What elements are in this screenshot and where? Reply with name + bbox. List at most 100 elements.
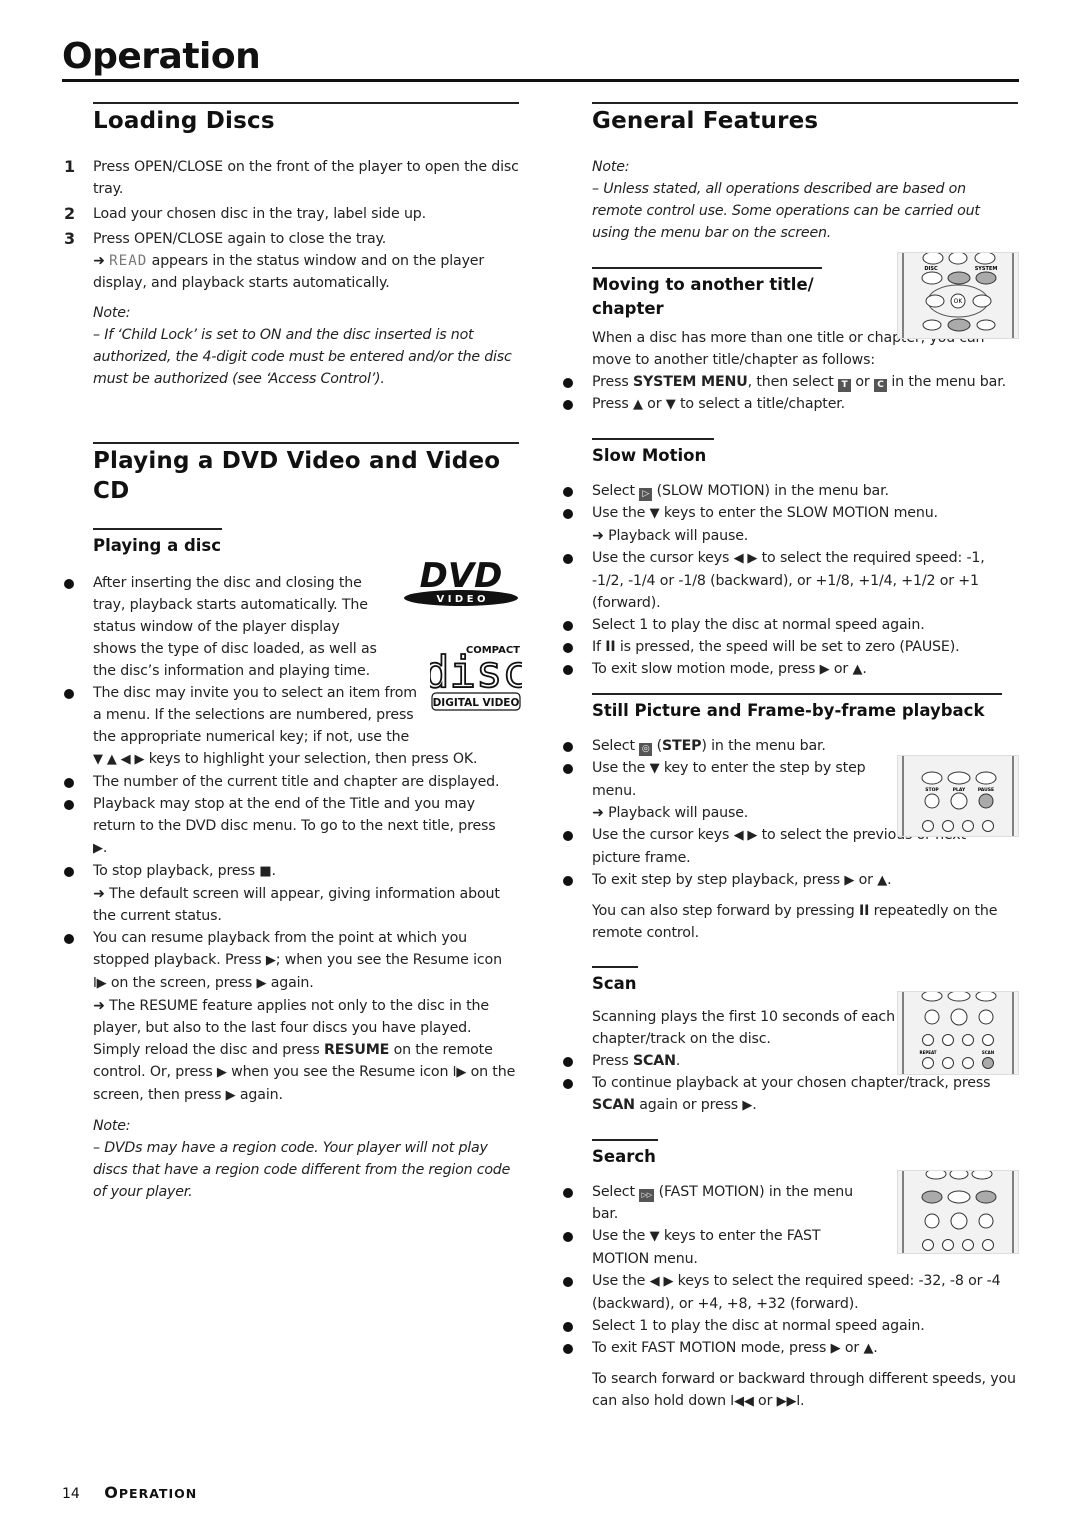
- bullet-text: .: [862, 661, 867, 677]
- remote-illustration-search: [897, 1170, 1019, 1254]
- remote-label-system: SYSTEM: [975, 266, 998, 272]
- next-icon: ▶▶I: [776, 1394, 801, 1409]
- cd-logo-mid: disc: [430, 647, 522, 698]
- bullet-result: ➜ Playback will pause.: [592, 805, 749, 821]
- down-icon: ▼: [649, 506, 660, 521]
- bullet-text: Select 1 to play the disc at normal spee…: [592, 1318, 925, 1334]
- bullet-text: keys to highlight your selection, then p…: [144, 751, 478, 767]
- bullet-text: Use the: [592, 1228, 650, 1244]
- chapter-icon: C: [873, 379, 887, 392]
- down-icon: ▼: [649, 1229, 660, 1244]
- bullet-text: To stop playback, press: [93, 863, 255, 879]
- resume-icon: I▶: [93, 976, 107, 991]
- bullet-icon: [563, 1057, 573, 1067]
- remote-illustration-step: STOP PLAY PAUSE: [897, 755, 1019, 837]
- previous-icon: I◀◀: [730, 1394, 754, 1409]
- bullet-result: again.: [235, 1087, 283, 1103]
- footer-rest: PERATION: [118, 1486, 198, 1501]
- bullet-result: ➜ The default screen will appear, giving…: [93, 886, 500, 924]
- bullet-text: Press: [592, 396, 633, 412]
- step-number: 3: [64, 229, 75, 248]
- bullet-icon: [64, 934, 74, 944]
- bullet-text: on the screen, press: [106, 975, 257, 991]
- cd-logo-bottom: DIGITAL VIDEO: [433, 697, 520, 709]
- bullet-text: After inserting the disc and closing the…: [93, 575, 377, 679]
- resume-key-label: RESUME: [323, 1042, 390, 1058]
- bullet-item: Select ◎ (STEP) in the menu bar.: [563, 735, 1018, 757]
- remote-label-pause: PAUSE: [978, 787, 994, 793]
- arrow-icon: ➜: [93, 253, 105, 269]
- bullet-item: Select 1 to play the disc at normal spee…: [563, 1315, 1018, 1337]
- bullet-icon: [64, 778, 74, 788]
- scan-key-label: SCAN: [632, 1053, 676, 1069]
- bullet-text: .: [675, 1053, 681, 1069]
- general-features-heading: General Features: [592, 102, 1018, 136]
- bullet-item: After inserting the disc and closing the…: [64, 572, 383, 682]
- bullet-text: Press: [592, 374, 633, 390]
- play-icon: ▶: [742, 1098, 753, 1113]
- bullet-text: again or press: [634, 1097, 743, 1113]
- bullet-result: when you see the Resume icon: [226, 1064, 453, 1080]
- bullet-item: If II is pressed, the speed will be set …: [563, 636, 1018, 658]
- bullet-result: ➜ Playback will pause.: [592, 528, 749, 544]
- bullet-item: Select 1 to play the disc at normal spee…: [563, 614, 1018, 636]
- bullet-text: .: [873, 1340, 878, 1356]
- bullet-text: ; when you see the Resume icon: [275, 952, 502, 968]
- bullet-icon: [563, 554, 573, 564]
- footer-section-title: OPERATION: [104, 1483, 198, 1502]
- bullet-item: The number of the current title and chap…: [64, 771, 519, 793]
- general-note-text: – Unless stated, all operations describe…: [592, 181, 980, 241]
- bullet-item: The disc may invite you to select an ite…: [64, 682, 428, 748]
- compact-disc-digital-video-logo: COMPACT disc DIGITAL VIDEO: [422, 643, 530, 713]
- bullet-text: is pressed, the speed will be set to zer…: [615, 639, 960, 655]
- bullet-item: To stop playback, press ■. ➜ The default…: [64, 860, 519, 927]
- bullet-item: Playback may stop at the end of the Titl…: [64, 793, 519, 860]
- bullet-icon: [563, 831, 573, 841]
- bullet-text: (SLOW MOTION) in the menu bar.: [652, 483, 889, 499]
- play-icon: ▶: [216, 1065, 227, 1080]
- bullet-item: To exit slow motion mode, press ▶ or ▲.: [563, 658, 1018, 681]
- bullet-text: in the menu bar.: [886, 374, 1006, 390]
- bullet-item: You can resume playback from the point a…: [64, 927, 519, 1107]
- bullet-text: again.: [266, 975, 314, 991]
- bullet-icon: [563, 876, 573, 886]
- bullet-icon: [563, 1079, 573, 1089]
- remote-label-disc: DISC: [924, 266, 938, 272]
- step-number: 1: [64, 157, 75, 176]
- play-icon: ▶: [844, 873, 855, 888]
- down-icon: ▼: [649, 761, 660, 776]
- bullet-item: Use the ▼ keys to enter the SLOW MOTION …: [563, 502, 1018, 547]
- search-tail: To search forward or backward through di…: [592, 1368, 1018, 1413]
- up-icon: ▲: [852, 662, 863, 677]
- step-label: STEP: [661, 738, 702, 754]
- bullet-icon: [563, 378, 573, 388]
- loading-step: 3 Press OPEN/CLOSE again to close the tr…: [64, 228, 519, 250]
- bullet-item: To exit step by step playback, press ▶ o…: [563, 869, 1018, 892]
- footer-initial: O: [104, 1483, 119, 1502]
- page-footer: 14 OPERATION: [62, 1483, 197, 1502]
- bullet-text: or: [642, 396, 666, 412]
- remote-label-ok: OK: [954, 298, 964, 305]
- bullet-icon: [563, 509, 573, 519]
- step-text: Press OPEN/CLOSE again to close the tray…: [93, 231, 387, 247]
- display-read-text: READ: [109, 253, 148, 269]
- bullet-icon: [563, 400, 573, 410]
- remote-label-repeat: REPEAT: [920, 1050, 937, 1055]
- moving-heading: Moving to another title/ chapter: [592, 267, 822, 321]
- bullet-text: If: [592, 639, 606, 655]
- step-text: Load your chosen disc in the tray, label…: [93, 206, 426, 222]
- slow-motion-icon: ▷: [639, 488, 653, 501]
- bullet-text: (: [652, 738, 663, 754]
- moving-heading-line2: chapter: [592, 299, 664, 318]
- title-icon: T: [838, 379, 852, 392]
- bullet-text: Select: [592, 738, 640, 754]
- remote-label-play: PLAY: [953, 787, 966, 793]
- resume-icon: I▶: [452, 1065, 467, 1080]
- bullet-item: Use the ◀ ▶ keys to select the required …: [563, 1270, 1018, 1315]
- result-text: appears in the status window and on the …: [93, 253, 485, 291]
- dvd-logo-subtext: V I D E O: [436, 594, 485, 605]
- step-text: Press OPEN/CLOSE on the front of the pla…: [93, 159, 519, 197]
- bullet-item: Select ▷▷ (FAST MOTION) in the menu bar.: [563, 1181, 882, 1225]
- pause-icon: II: [858, 903, 870, 919]
- bullet-text: , then select: [747, 374, 839, 390]
